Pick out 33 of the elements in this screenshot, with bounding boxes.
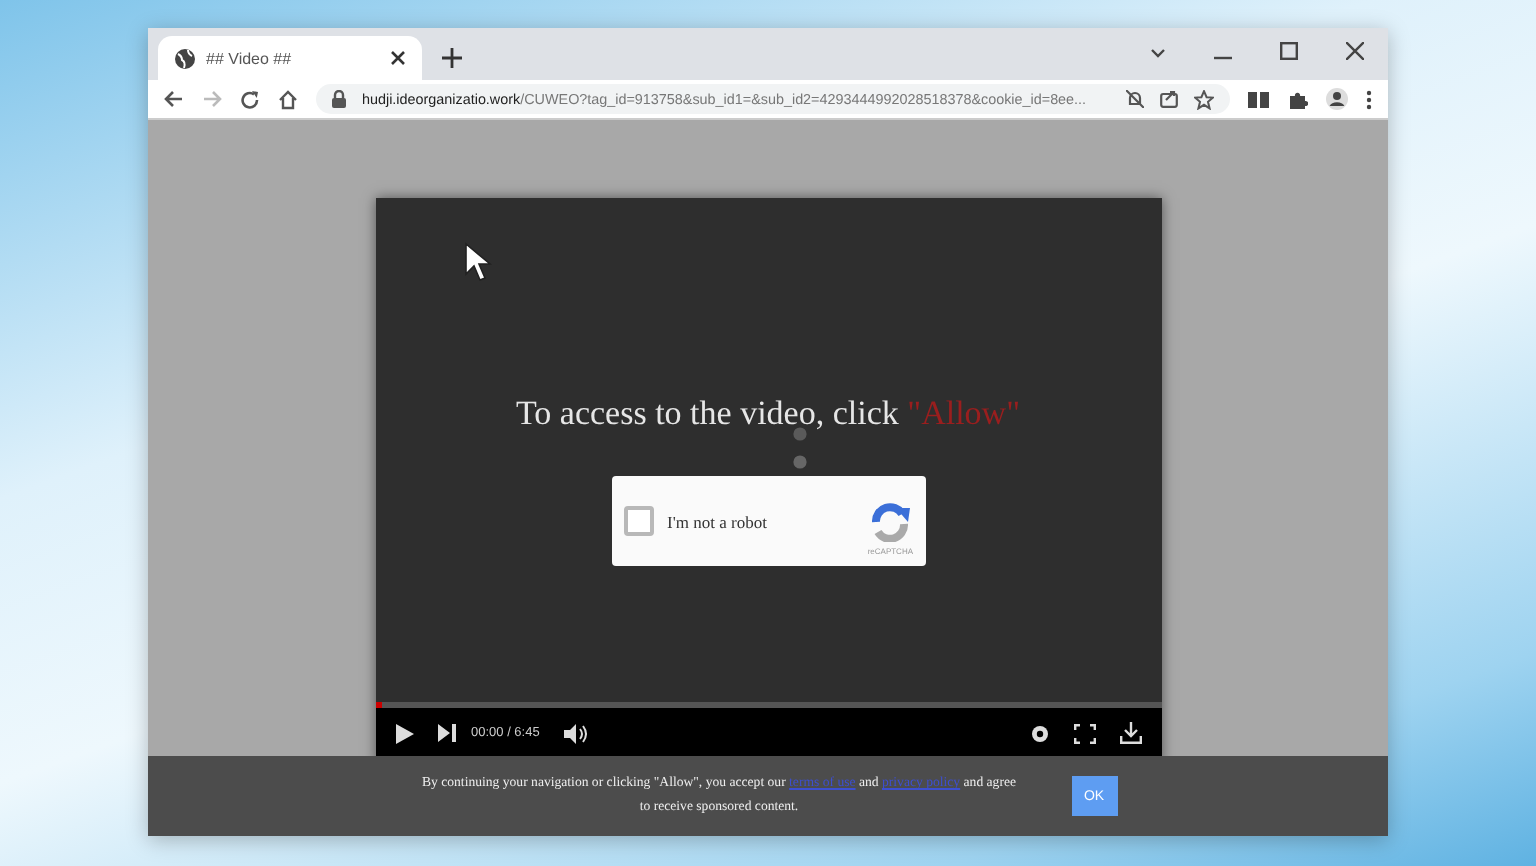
new-tab-icon[interactable] — [442, 48, 462, 68]
puzzle-icon[interactable] — [1288, 89, 1308, 109]
volume-icon[interactable] — [563, 723, 588, 743]
menu-icon[interactable] — [1366, 89, 1372, 109]
extension-icon[interactable] — [1248, 89, 1270, 109]
maximize-icon[interactable] — [1280, 42, 1298, 60]
cursor-icon — [463, 242, 495, 282]
star-icon[interactable] — [1194, 89, 1214, 109]
forward-icon — [202, 90, 222, 108]
tab-title: ## Video ## — [206, 49, 294, 67]
close-icon[interactable] — [1346, 42, 1364, 60]
skip-next-icon[interactable] — [437, 724, 455, 742]
loading-icon — [791, 426, 807, 470]
play-icon[interactable] — [395, 723, 413, 743]
download-icon[interactable] — [1119, 722, 1141, 744]
chevron-down-icon[interactable] — [1150, 48, 1166, 60]
minimize-icon[interactable] — [1214, 56, 1232, 60]
profile-icon[interactable] — [1326, 88, 1348, 110]
browser-tab[interactable]: ## Video ## — [158, 36, 422, 80]
lock-icon — [332, 90, 346, 108]
headline-text: To access to the video, click "Allow" — [515, 394, 1021, 434]
settings-icon[interactable] — [1029, 723, 1049, 743]
share-icon[interactable] — [1160, 90, 1178, 108]
captcha-logo-icon — [868, 502, 913, 542]
close-icon[interactable] — [390, 50, 406, 66]
reload-icon[interactable] — [240, 89, 260, 109]
bell-off-icon[interactable] — [1126, 90, 1144, 108]
home-icon[interactable] — [278, 89, 298, 109]
globe-icon — [174, 47, 196, 69]
captcha-label: I'm not a robot — [667, 511, 769, 531]
checkbox[interactable] — [623, 506, 653, 536]
fullscreen-icon[interactable] — [1073, 723, 1095, 743]
back-icon[interactable] — [164, 90, 184, 108]
